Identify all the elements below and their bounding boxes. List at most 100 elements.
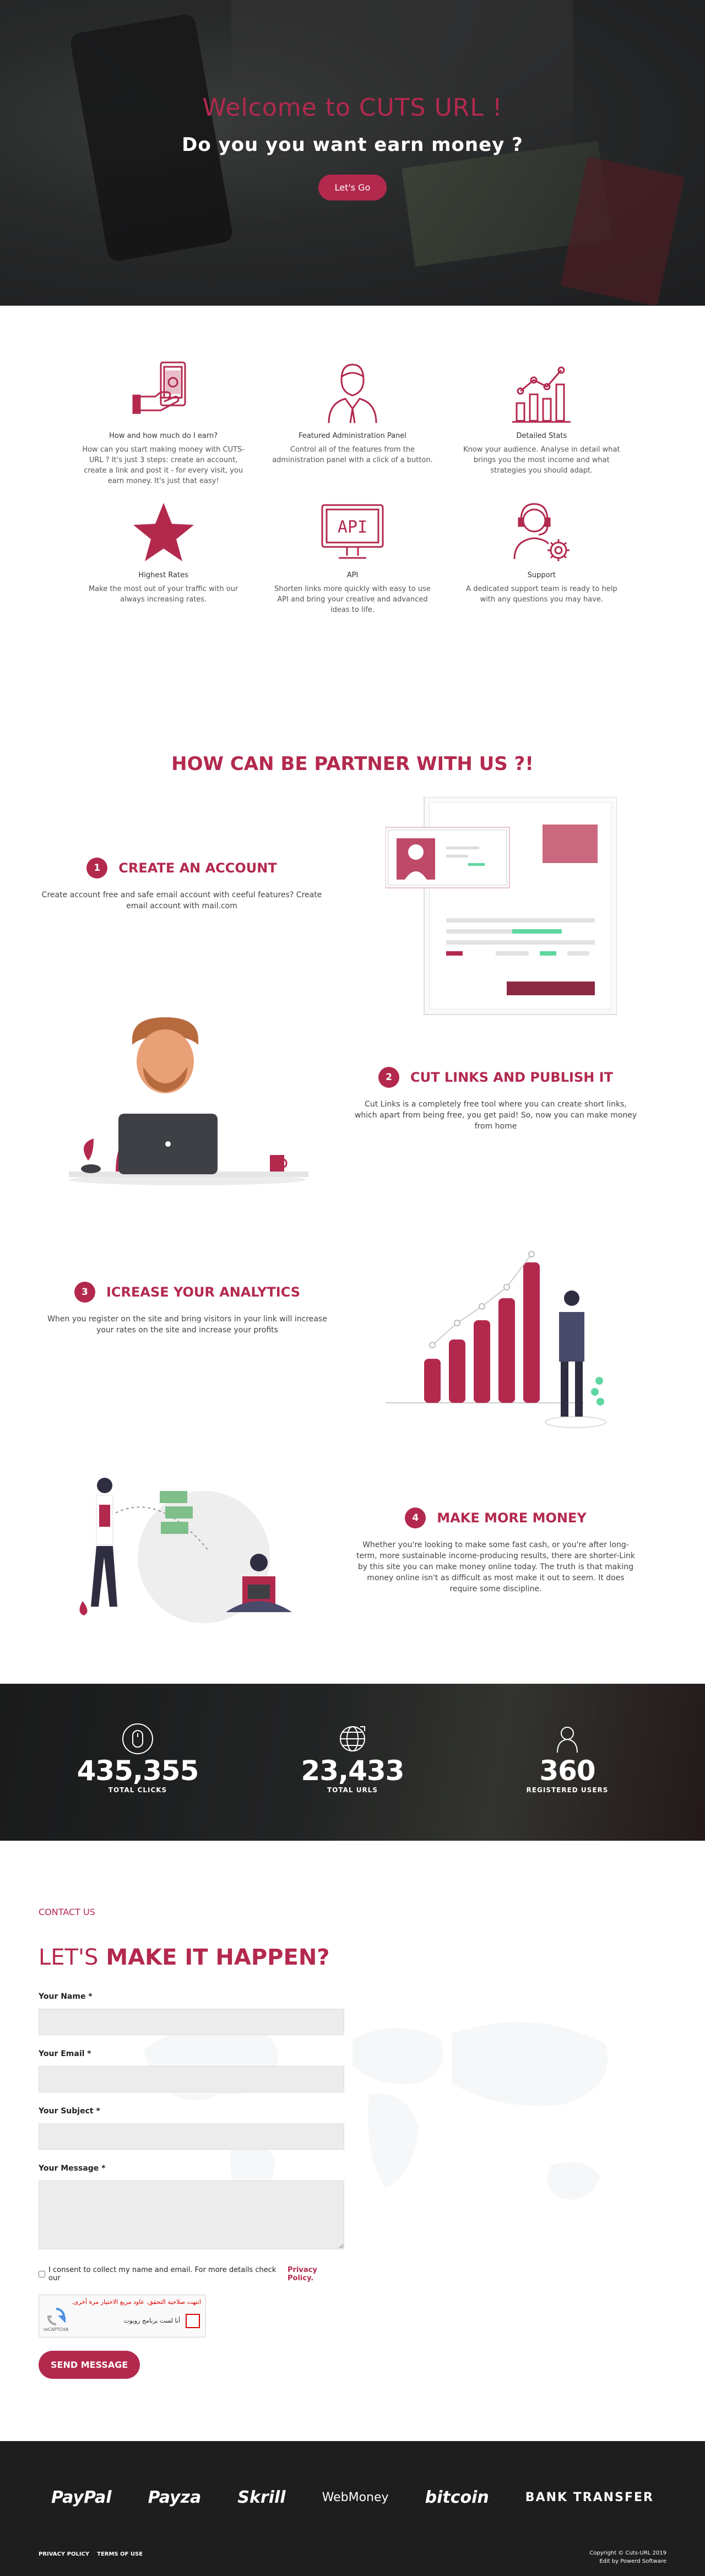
stats-counters: 435,355 TOTAL CLICKS 23,433 TOTAL URLS 3… <box>0 1684 705 1841</box>
hero-subtitle: Do you you want earn money ? <box>182 134 523 156</box>
bank-transfer-logo: BANK TRANSFER <box>525 2490 654 2504</box>
counter-value: 360 <box>539 1755 595 1787</box>
message-field[interactable] <box>39 2181 344 2249</box>
recaptcha-logo-icon <box>47 2308 66 2325</box>
hero-content: Welcome to CUTS URL ! Do you you want ea… <box>0 0 705 200</box>
step-name: CREATE AN ACCOUNT <box>118 860 277 876</box>
feature-title: Highest Rates <box>138 571 188 579</box>
email-field[interactable] <box>39 2066 344 2092</box>
captcha-checkbox[interactable] <box>186 2314 200 2328</box>
credit-text: Edit by Powerd Software <box>599 2558 666 2564</box>
step-name: CUT LINKS AND PUBLISH IT <box>410 1070 613 1085</box>
partner-heading: HOW CAN BE PARTNER WITH US ?! <box>171 753 534 775</box>
feature-desc: Control all of the features from the adm… <box>272 446 433 464</box>
step-desc: Whether you're looking to make some fast… <box>356 1541 635 1593</box>
contact-kicker: CONTACT US <box>39 1907 95 1917</box>
step-name: ICREASE YOUR ANALYTICS <box>106 1284 301 1300</box>
consent-text: I consent to collect my name and email. … <box>48 2266 276 2282</box>
contact-title: LET'S MAKE IT HAPPEN? <box>39 1945 666 1970</box>
account-illustration <box>386 797 617 1015</box>
star-icon <box>133 503 194 561</box>
privacy-policy-link[interactable]: Privacy Policy. <box>288 2266 344 2282</box>
money-transfer-illustration <box>79 1478 292 1623</box>
step-text: 3 ICREASE YOUR ANALYTICS When you regist… <box>44 1282 330 1336</box>
step-desc: Cut Links is a completely free tool wher… <box>354 1100 637 1131</box>
feature-title: API <box>346 571 359 579</box>
subject-field[interactable] <box>39 2123 344 2150</box>
privacy-policy-footer-link[interactable]: PRIVACY POLICY <box>39 2551 89 2557</box>
message-label: Your Message * <box>39 2164 106 2173</box>
captcha-error: انتهت صلاحية التحقق. عاود مربع الاختيار … <box>72 2298 201 2306</box>
contact-form: Your Name * Your Email * Your Subject * … <box>39 1992 344 2379</box>
step-title: 4 MAKE MORE MONEY <box>352 1507 639 1528</box>
counter-value: 435,355 <box>77 1755 199 1787</box>
feature-desc: Make the most out of your traffic with o… <box>88 585 238 604</box>
feature-desc: Know your audience. Analyse in detail wh… <box>463 446 620 475</box>
payment-logos: PayPal Payza Skrill WebMoney bitcoin BAN… <box>0 2488 705 2507</box>
feature-title: How and how much do I earn? <box>109 432 218 440</box>
captcha-label: أنا لست برنامج روبوت <box>123 2317 180 2324</box>
step-analytics: 3 ICREASE YOUR ANALYTICS When you regist… <box>0 1238 705 1458</box>
copyright-text: Copyright © Cuts-URL 2019 <box>589 2550 666 2556</box>
captcha-brand: reCAPTCHA <box>44 2327 69 2332</box>
step-number: 2 <box>378 1067 400 1088</box>
counter-label: TOTAL URLS <box>327 1786 378 1794</box>
step-title: 2 CUT LINKS AND PUBLISH IT <box>352 1067 639 1088</box>
consent-row: I consent to collect my name and email. … <box>39 2266 344 2282</box>
paypal-logo: PayPal <box>51 2488 112 2507</box>
step-title: 3 ICREASE YOUR ANALYTICS <box>44 1282 330 1303</box>
analytics-illustration <box>386 1251 606 1428</box>
feature-earn: How and how much do I earn? How can you … <box>77 358 250 486</box>
name-field[interactable] <box>39 2009 344 2035</box>
email-label: Your Email * <box>39 2049 91 2058</box>
skrill-logo: Skrill <box>237 2488 286 2507</box>
counter-users: 360 REGISTERED USERS <box>490 1722 644 1794</box>
footer-links: PRIVACY POLICY TERMS OF USE <box>39 2551 143 2557</box>
feature-admin: Featured Administration Panel Control al… <box>266 358 438 486</box>
consent-checkbox[interactable] <box>39 2271 45 2277</box>
laptop-person-illustration <box>69 1017 308 1185</box>
step-text: 2 CUT LINKS AND PUBLISH IT Cut Links is … <box>352 1067 639 1132</box>
counter-label: TOTAL CLICKS <box>108 1786 167 1794</box>
counter-clicks: 435,355 TOTAL CLICKS <box>61 1722 215 1794</box>
name-label: Your Name * <box>39 1992 93 2001</box>
contact-title-part1: LET'S <box>39 1945 99 1970</box>
send-message-button[interactable]: SEND MESSAGE <box>39 2351 140 2379</box>
footer-copyright: Copyright © Cuts-URL 2019 Edit by Powerd… <box>589 2549 666 2566</box>
step-text: 4 MAKE MORE MONEY Whether you're looking… <box>352 1507 639 1595</box>
bitcoin-logo: bitcoin <box>425 2488 489 2507</box>
step-desc: When you register on the site and bring … <box>47 1315 327 1335</box>
step-number: 3 <box>74 1282 95 1303</box>
stats-chart-icon <box>512 366 571 423</box>
feature-support: Support A dedicated support team is read… <box>455 497 628 615</box>
hero-title: Welcome to CUTS URL ! <box>202 94 503 122</box>
footer: PayPal Payza Skrill WebMoney bitcoin BAN… <box>0 2441 705 2576</box>
admin-user-icon <box>328 364 377 424</box>
step-desc: Create account free and safe email accou… <box>41 891 322 910</box>
step-make-money: 4 MAKE MORE MONEY Whether you're looking… <box>0 1458 705 1678</box>
feature-title: Support <box>527 571 556 579</box>
subject-label: Your Subject * <box>39 2107 100 2116</box>
terms-of-use-link[interactable]: TERMS OF USE <box>97 2551 143 2557</box>
step-cut-links: 2 CUT LINKS AND PUBLISH IT Cut Links is … <box>0 1017 705 1238</box>
step-number: 4 <box>405 1507 426 1528</box>
support-agent-icon <box>513 503 570 561</box>
counter-value: 23,433 <box>301 1755 405 1787</box>
svg-text:API: API <box>338 518 367 537</box>
feature-api: API API Shorten links more quickly with … <box>266 497 438 615</box>
lets-go-button[interactable]: Let's Go <box>318 175 387 200</box>
counter-urls: 23,433 TOTAL URLS <box>275 1722 430 1794</box>
webmoney-logo: WebMoney <box>322 2491 389 2504</box>
api-monitor-icon: API <box>321 504 384 559</box>
step-number: 1 <box>86 858 108 878</box>
money-phone-icon <box>132 361 186 414</box>
features-section: How and how much do I earn? How can you … <box>0 306 705 659</box>
step-text: 1 CREATE AN ACCOUNT Create account free … <box>39 858 325 912</box>
feature-desc: Shorten links more quickly with easy to … <box>274 585 431 614</box>
hero-section: Welcome to CUTS URL ! Do you you want ea… <box>0 0 705 306</box>
feature-title: Featured Administration Panel <box>299 432 406 440</box>
mouse-icon <box>122 1723 153 1754</box>
step-name: MAKE MORE MONEY <box>437 1510 587 1526</box>
contact-title-part2: MAKE IT HAPPEN? <box>106 1945 330 1970</box>
feature-stats: Detailed Stats Know your audience. Analy… <box>455 358 628 486</box>
